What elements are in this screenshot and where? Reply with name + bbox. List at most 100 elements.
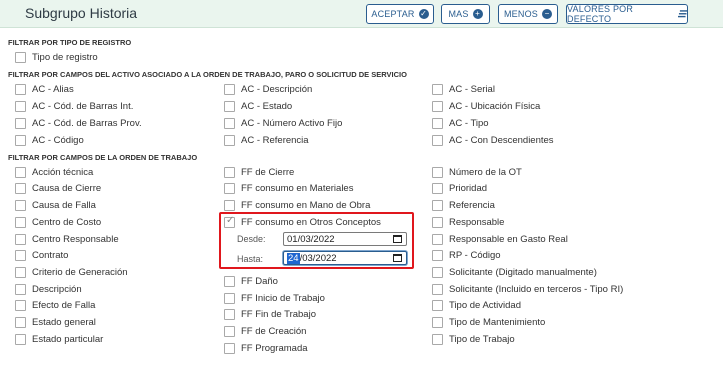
checkbox-item[interactable]: Número de la OT bbox=[432, 165, 522, 179]
checkbox-item[interactable]: AC - Cód. de Barras Int. bbox=[15, 99, 133, 113]
checkbox-item[interactable]: Responsable bbox=[432, 215, 504, 229]
checkbox[interactable] bbox=[224, 83, 235, 95]
checkbox-item[interactable]: Descripción bbox=[15, 282, 82, 296]
checkbox-item[interactable]: FF de Creación bbox=[224, 324, 306, 338]
checkbox-item[interactable]: AC - Con Descendientes bbox=[432, 133, 554, 147]
checkbox-item[interactable]: Tipo de Mantenimiento bbox=[432, 315, 545, 329]
checkbox-item[interactable]: FF consumo en Mano de Obra bbox=[224, 198, 370, 212]
checkbox-item[interactable]: FF Programada bbox=[224, 341, 308, 355]
checkbox[interactable] bbox=[15, 233, 26, 245]
checkbox-item[interactable]: AC - Tipo bbox=[432, 116, 489, 130]
checkbox[interactable] bbox=[15, 316, 26, 328]
checkbox-item[interactable]: Solicitante (Digitado manualmente) bbox=[432, 265, 597, 279]
checkbox-item[interactable]: FF Daño bbox=[224, 274, 278, 288]
desde-date-input[interactable]: 01/03/2022 bbox=[283, 232, 407, 246]
checkbox-item[interactable]: Criterio de Generación bbox=[15, 265, 128, 279]
checkbox[interactable] bbox=[224, 275, 235, 287]
checkbox-item[interactable]: Acción técnica bbox=[15, 165, 93, 179]
menos-button[interactable]: MENOS − bbox=[498, 4, 558, 24]
checkbox[interactable] bbox=[224, 100, 235, 112]
checkbox-item[interactable]: AC - Serial bbox=[432, 82, 495, 96]
checkbox[interactable] bbox=[432, 249, 443, 261]
checkbox[interactable] bbox=[224, 182, 235, 194]
checkbox[interactable] bbox=[15, 216, 26, 228]
checkbox[interactable] bbox=[224, 117, 235, 129]
checkbox[interactable] bbox=[432, 182, 443, 194]
checkbox-item[interactable]: Solicitante (Incluido en terceros - Tipo… bbox=[432, 282, 623, 296]
checkbox[interactable] bbox=[15, 299, 26, 311]
checkbox-item[interactable]: FF de Cierre bbox=[224, 165, 294, 179]
checkbox-item[interactable]: AC - Ubicación Física bbox=[432, 99, 540, 113]
checkbox-item[interactable]: AC - Estado bbox=[224, 99, 292, 113]
checkbox[interactable] bbox=[224, 134, 235, 146]
checkbox-item[interactable]: FF Fin de Trabajo bbox=[224, 307, 316, 321]
checkbox[interactable] bbox=[15, 249, 26, 261]
checkbox-item[interactable]: AC - Código bbox=[15, 133, 84, 147]
valores-por-defecto-button[interactable]: VALORES POR DEFECTO bbox=[566, 4, 688, 24]
checkbox-item[interactable]: Estado general bbox=[15, 315, 96, 329]
checkbox-checked[interactable] bbox=[224, 215, 235, 228]
checkbox[interactable] bbox=[15, 51, 26, 63]
checkbox-item[interactable]: Efecto de Falla bbox=[15, 298, 95, 312]
checkbox-item[interactable]: AC - Número Activo Fijo bbox=[224, 116, 342, 130]
checkbox[interactable] bbox=[15, 266, 26, 278]
checkbox[interactable] bbox=[432, 316, 443, 328]
checkbox[interactable] bbox=[432, 166, 443, 178]
checkbox-item[interactable]: FF Inicio de Trabajo bbox=[224, 291, 325, 305]
checkbox[interactable] bbox=[432, 266, 443, 278]
checkbox[interactable] bbox=[224, 166, 235, 178]
checkbox[interactable] bbox=[224, 342, 235, 354]
checkbox[interactable] bbox=[432, 299, 443, 311]
checkbox-item[interactable]: AC - Cód. de Barras Prov. bbox=[15, 116, 142, 130]
checkbox[interactable] bbox=[15, 166, 26, 178]
checkbox[interactable] bbox=[15, 134, 26, 146]
calendar-icon[interactable] bbox=[393, 235, 402, 243]
checkbox[interactable] bbox=[15, 83, 26, 95]
checkbox-item[interactable]: Tipo de registro bbox=[15, 50, 98, 64]
checkbox[interactable] bbox=[432, 134, 443, 146]
calendar-icon[interactable] bbox=[393, 254, 402, 262]
checkbox[interactable] bbox=[432, 233, 443, 245]
checkbox[interactable] bbox=[432, 83, 443, 95]
checkbox[interactable] bbox=[15, 100, 26, 112]
checkbox[interactable] bbox=[15, 117, 26, 129]
checkbox[interactable] bbox=[224, 292, 235, 304]
mas-label: MAS bbox=[448, 9, 469, 19]
checkbox[interactable] bbox=[224, 325, 235, 337]
checkbox[interactable] bbox=[224, 199, 235, 211]
aceptar-button[interactable]: ACEPTAR ✓ bbox=[366, 4, 434, 24]
checkbox[interactable] bbox=[432, 283, 443, 295]
checkbox-item[interactable]: Referencia bbox=[432, 198, 495, 212]
checkbox-item[interactable]: Contrato bbox=[15, 248, 68, 262]
checkbox-item[interactable]: Causa de Falla bbox=[15, 198, 96, 212]
mas-button[interactable]: MAS + bbox=[441, 4, 490, 24]
checkbox[interactable] bbox=[224, 308, 235, 320]
checkbox-item[interactable]: RP - Código bbox=[432, 248, 501, 262]
checkbox-item[interactable]: Responsable en Gasto Real bbox=[432, 232, 568, 246]
checkbox-item[interactable]: Centro Responsable bbox=[15, 232, 119, 246]
checkbox-item[interactable]: AC - Alias bbox=[15, 82, 74, 96]
checkbox-item[interactable]: Causa de Cierre bbox=[15, 181, 101, 195]
checkbox-item[interactable]: Tipo de Actividad bbox=[432, 298, 521, 312]
checkbox-label: Responsable en Gasto Real bbox=[449, 233, 568, 245]
checkbox[interactable] bbox=[432, 199, 443, 211]
checkbox-item[interactable]: Centro de Costo bbox=[15, 215, 101, 229]
checkbox-item-checked[interactable]: FF consumo en Otros Conceptos bbox=[224, 215, 381, 229]
checkbox-label: AC - Ubicación Física bbox=[449, 100, 541, 112]
hasta-date-input[interactable]: 24/03/2022 bbox=[283, 251, 407, 265]
checkbox[interactable] bbox=[432, 117, 443, 129]
checkbox[interactable] bbox=[432, 216, 443, 228]
checkbox-item[interactable]: Prioridad bbox=[432, 181, 487, 195]
section-activo: FILTRAR POR CAMPOS DEL ACTIVO ASOCIADO A… bbox=[8, 70, 407, 79]
checkbox-item[interactable]: AC - Referencia bbox=[224, 133, 309, 147]
checkbox[interactable] bbox=[15, 199, 26, 211]
checkbox[interactable] bbox=[15, 182, 26, 194]
checkbox-item[interactable]: FF consumo en Materiales bbox=[224, 181, 353, 195]
checkbox-item[interactable]: AC - Descripción bbox=[224, 82, 312, 96]
checkbox-item[interactable]: Tipo de Trabajo bbox=[432, 332, 515, 346]
checkbox[interactable] bbox=[432, 333, 443, 345]
checkbox[interactable] bbox=[432, 100, 443, 112]
checkbox[interactable] bbox=[15, 283, 26, 295]
checkbox-item[interactable]: Estado particular bbox=[15, 332, 103, 346]
checkbox[interactable] bbox=[15, 333, 26, 345]
